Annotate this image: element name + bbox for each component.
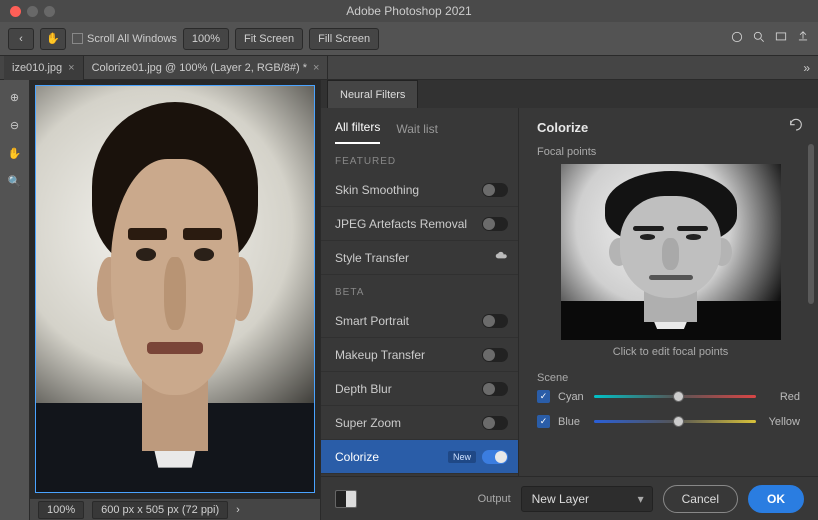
filter-settings: Colorize Focal points Click to edit foca… [519, 108, 818, 476]
titlebar: Adobe Photoshop 2021 [0, 0, 818, 22]
focal-points-label: Focal points [537, 146, 804, 158]
hand-icon[interactable]: ✋ [6, 144, 24, 162]
neural-filters-panel: Neural Filters All filters Wait list FEA… [320, 80, 818, 520]
cloud-docs-icon[interactable] [730, 30, 744, 47]
chevron-right-icon[interactable]: › [236, 504, 240, 516]
scene-label: Scene [537, 372, 804, 384]
zoom-out-icon[interactable]: ⊖ [6, 116, 24, 134]
zoom-in-icon[interactable]: ⊕ [6, 88, 24, 106]
toggle[interactable] [482, 450, 508, 464]
checkbox-blue-yellow[interactable]: ✓ [537, 415, 550, 428]
filter-colorize[interactable]: Colorize New [321, 440, 518, 474]
toggle[interactable] [482, 348, 508, 362]
toggle[interactable] [482, 314, 508, 328]
tabs-overflow-icon[interactable]: » [795, 61, 818, 75]
document-tab-inactive[interactable]: ize010.jpg× [4, 56, 84, 80]
toggle[interactable] [482, 382, 508, 396]
checkbox-cyan-red[interactable]: ✓ [537, 390, 550, 403]
zoom-tool-icon[interactable]: 🔍 [6, 172, 24, 190]
close-icon[interactable]: × [68, 62, 74, 74]
scrollbar[interactable] [808, 144, 814, 466]
canvas-area: 100% 600 px x 505 px (72 ppi) › [30, 80, 320, 520]
section-featured: FEATURED [321, 144, 518, 173]
options-toolbar: ‹ ✋ Scroll All Windows 100% Fit Screen F… [0, 22, 818, 56]
tab-wait-list[interactable]: Wait list [396, 122, 438, 144]
slider-track[interactable] [594, 420, 756, 423]
search-icon[interactable] [752, 30, 766, 47]
canvas-status-bar: 100% 600 px x 505 px (72 ppi) › [30, 498, 320, 520]
filter-style-transfer[interactable]: Style Transfer [321, 241, 518, 275]
back-button[interactable]: ‹ [8, 28, 34, 50]
output-label: Output [478, 493, 511, 505]
document-tabs: ize010.jpg× Colorize01.jpg @ 100% (Layer… [0, 56, 818, 80]
before-after-toggle-icon[interactable] [335, 490, 357, 508]
filter-skin-smoothing[interactable]: Skin Smoothing [321, 173, 518, 207]
canvas[interactable] [30, 80, 320, 498]
mini-toolbar: ⊕ ⊖ ✋ 🔍 [0, 80, 30, 520]
app-title: Adobe Photoshop 2021 [0, 4, 818, 18]
hand-tool-icon[interactable]: ✋ [40, 28, 66, 50]
fit-screen-button[interactable]: Fit Screen [235, 28, 303, 50]
toggle[interactable] [482, 183, 508, 197]
new-badge: New [448, 451, 476, 463]
tab-all-filters[interactable]: All filters [335, 120, 380, 144]
share-icon[interactable] [796, 30, 810, 47]
panel-tab-neural-filters[interactable]: Neural Filters [327, 80, 418, 108]
slider-blue-yellow: ✓ Blue Yellow [537, 415, 804, 428]
status-dimensions[interactable]: 600 px x 505 px (72 ppi) [92, 501, 228, 519]
filter-jpeg-artefacts[interactable]: JPEG Artefacts Removal [321, 207, 518, 241]
settings-title: Colorize [537, 120, 588, 135]
filter-makeup-transfer[interactable]: Makeup Transfer [321, 338, 518, 372]
filter-smart-portrait[interactable]: Smart Portrait [321, 304, 518, 338]
window-controls[interactable] [0, 6, 55, 17]
document-tab-active[interactable]: Colorize01.jpg @ 100% (Layer 2, RGB/8#) … [84, 56, 329, 80]
workspace-icon[interactable] [774, 30, 788, 47]
status-zoom[interactable]: 100% [38, 501, 84, 519]
filters-list: All filters Wait list FEATURED Skin Smoo… [321, 108, 519, 476]
slider-cyan-red: ✓ Cyan Red [537, 390, 804, 403]
focal-points-caption: Click to edit focal points [537, 346, 804, 358]
zoom-percent[interactable]: 100% [183, 28, 229, 50]
filter-depth-blur[interactable]: Depth Blur [321, 372, 518, 406]
ok-button[interactable]: OK [748, 485, 804, 513]
toggle[interactable] [482, 217, 508, 231]
section-beta: BETA [321, 275, 518, 304]
fill-screen-button[interactable]: Fill Screen [309, 28, 379, 50]
panel-footer: Output New Layer Cancel OK [321, 476, 818, 520]
toggle[interactable] [482, 416, 508, 430]
close-icon[interactable]: × [313, 62, 319, 74]
scroll-all-windows-checkbox[interactable]: Scroll All Windows [72, 33, 177, 45]
output-select[interactable]: New Layer [521, 486, 653, 512]
cloud-download-icon[interactable] [494, 249, 508, 266]
cancel-button[interactable]: Cancel [663, 485, 738, 513]
reset-icon[interactable] [788, 118, 804, 137]
focal-points-preview[interactable] [561, 164, 781, 340]
slider-track[interactable] [594, 395, 756, 398]
filter-super-zoom[interactable]: Super Zoom [321, 406, 518, 440]
